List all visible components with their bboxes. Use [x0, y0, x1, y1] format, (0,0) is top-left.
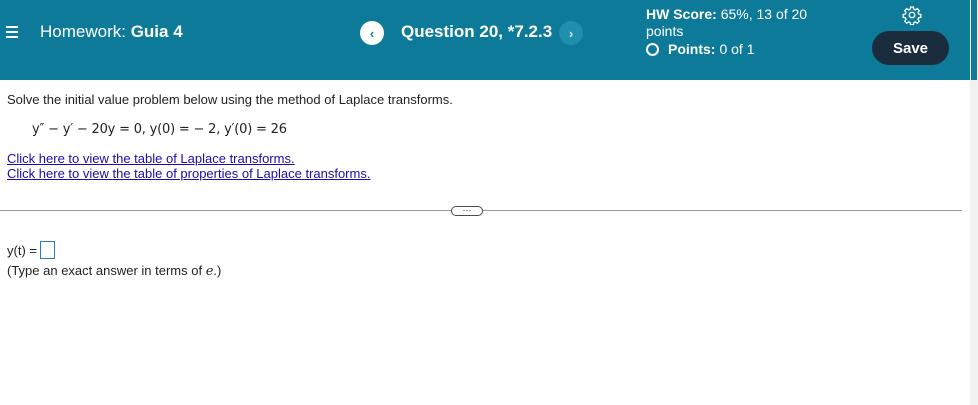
points-status: Points: 0 of 1	[646, 41, 754, 57]
hint-prefix: (Type an exact answer in terms of	[7, 263, 206, 278]
equation: y″ − y′ − 20y = 0, y(0) = − 2, y′(0) = 2…	[32, 122, 287, 137]
gear-icon[interactable]	[902, 5, 922, 25]
hw-score: HW Score: 65%, 13 of 20 points	[646, 6, 846, 40]
answer-label: y(t) =	[7, 242, 37, 258]
previous-question-button[interactable]: ‹	[360, 21, 384, 45]
instruction-text: Solve the initial value problem below us…	[7, 92, 453, 107]
chevron-left-icon: ‹	[369, 25, 375, 41]
laplace-properties-link[interactable]: Click here to view the table of properti…	[7, 166, 370, 181]
laplace-table-link[interactable]: Click here to view the table of Laplace …	[7, 151, 295, 166]
homework-title: Homework: Guia 4	[40, 22, 183, 42]
answer-input[interactable]	[39, 241, 55, 259]
chevron-right-icon: ›	[568, 25, 574, 41]
hint-suffix: .)	[213, 263, 222, 278]
top-bar: Homework: Guia 4 ‹ Question 20, *7.2.3 ›…	[0, 0, 970, 80]
hamburger-menu-icon[interactable]	[6, 24, 20, 40]
points-label: Points:	[668, 41, 716, 57]
question-label: Question 20, *7.2.3	[401, 22, 553, 41]
hw-score-label: HW Score:	[646, 6, 717, 22]
points-value: 0 of 1	[719, 41, 755, 57]
homework-prefix: Homework:	[40, 22, 126, 41]
scrollbar-thumb[interactable]	[971, 0, 977, 80]
homework-name: Guia 4	[130, 22, 183, 41]
scrollbar[interactable]	[970, 0, 978, 405]
next-question-button[interactable]: ›	[559, 21, 583, 45]
points-circle-icon	[646, 42, 659, 56]
expand-button[interactable]: ···	[451, 206, 483, 216]
answer-row: y(t) =	[7, 241, 55, 259]
save-button[interactable]: Save	[872, 31, 949, 65]
answer-hint: (Type an exact answer in terms of e.)	[7, 263, 221, 279]
